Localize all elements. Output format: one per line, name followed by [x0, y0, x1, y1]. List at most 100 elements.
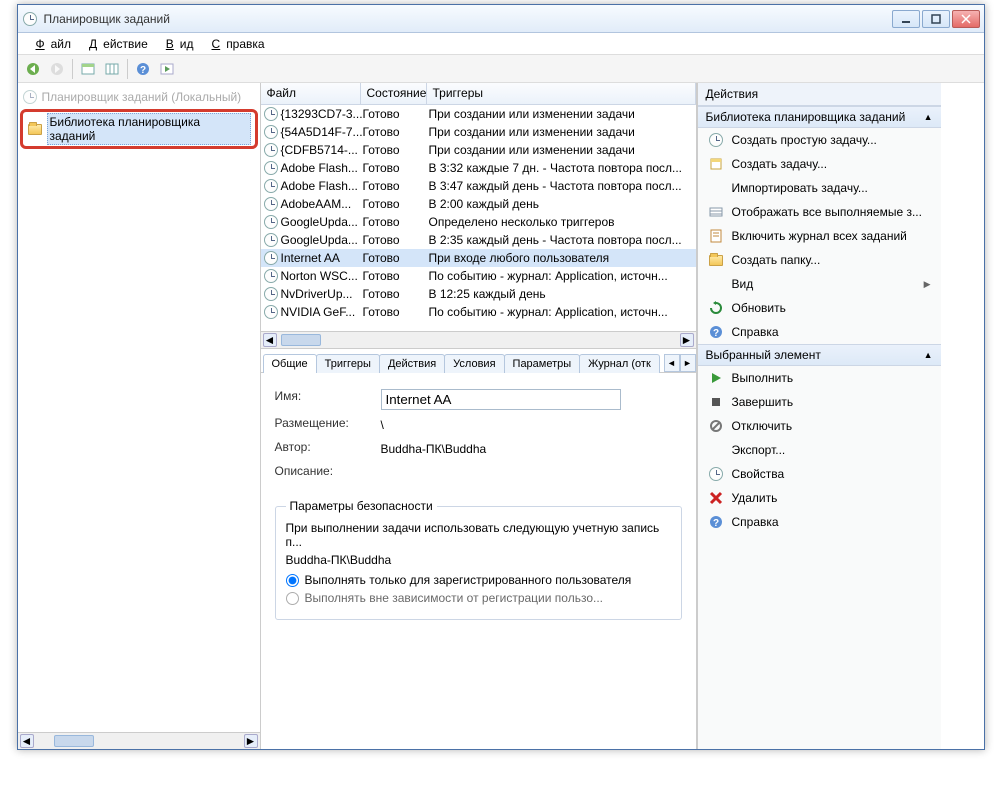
actions-header: Действия — [698, 83, 941, 106]
task-name: NVIDIA GeF... — [281, 305, 356, 319]
action-item[interactable]: Экспорт... — [698, 438, 941, 462]
tasklist-hscroll[interactable]: ◄► — [261, 331, 696, 348]
task-state: Готово — [363, 197, 429, 211]
table-row[interactable]: {13293CD7-3...ГотовоПри создании или изм… — [261, 105, 696, 123]
tree-hscroll[interactable]: ◄► — [18, 732, 260, 749]
svg-text:?: ? — [712, 328, 718, 339]
panels-button[interactable] — [101, 58, 123, 80]
tree-root-label: Планировщик заданий (Локальный) — [42, 90, 242, 104]
table-row[interactable]: Adobe Flash...ГотовоВ 3:32 каждые 7 дн. … — [261, 159, 696, 177]
clock-icon — [263, 250, 279, 266]
export-icon — [708, 442, 724, 458]
action-item[interactable]: ?Справка — [698, 510, 941, 534]
scope-button[interactable] — [77, 58, 99, 80]
actions-group-library[interactable]: Библиотека планировщика заданий ▲ — [698, 106, 941, 128]
tab-actions[interactable]: Действия — [379, 354, 445, 373]
action-item[interactable]: ?Справка — [698, 320, 941, 344]
table-row[interactable]: {CDFB5714-...ГотовоПри создании или изме… — [261, 141, 696, 159]
radio-any[interactable] — [286, 592, 299, 605]
clock-icon — [263, 286, 279, 302]
main-body: Планировщик заданий (Локальный) Библиоте… — [18, 83, 984, 749]
task-trigger: В 2:00 каждый день — [429, 197, 694, 211]
help-button[interactable]: ? — [132, 58, 154, 80]
task-name: Norton WSC... — [281, 269, 358, 283]
svg-text:?: ? — [712, 518, 718, 529]
table-row[interactable]: AdobeAAM...ГотовоВ 2:00 каждый день — [261, 195, 696, 213]
tab-settings[interactable]: Параметры — [504, 354, 581, 373]
tree-root[interactable]: Планировщик заданий (Локальный) — [18, 87, 260, 107]
task-trigger: При входе любого пользователя — [429, 251, 694, 265]
action-label: Завершить — [732, 395, 794, 409]
name-field[interactable] — [381, 389, 621, 410]
middle-pane: Файл Состояние Триггеры {13293CD7-3...Го… — [261, 83, 697, 749]
maximize-button[interactable] — [922, 10, 950, 28]
tree-library[interactable]: Библиотека планировщика заданий — [20, 109, 258, 149]
task-trigger: В 3:47 каждый день - Частота повтора пос… — [429, 179, 694, 193]
action-item[interactable]: Свойства — [698, 462, 941, 486]
close-button[interactable] — [952, 10, 980, 28]
description-label: Описание: — [275, 464, 381, 478]
show-icon — [708, 204, 724, 220]
action-item[interactable]: Отключить — [698, 414, 941, 438]
action-label: Создать папку... — [732, 253, 821, 267]
action-item[interactable]: Создать папку... — [698, 248, 941, 272]
tab-scroll-right[interactable]: ► — [680, 354, 696, 372]
task-state: Готово — [363, 179, 429, 193]
menu-view[interactable]: Вид — [154, 35, 200, 53]
table-row[interactable]: {54A5D14F-7...ГотовоПри создании или изм… — [261, 123, 696, 141]
action-item[interactable]: Импортировать задачу... — [698, 176, 941, 200]
col-state[interactable]: Состояние — [361, 83, 427, 104]
forward-button[interactable] — [46, 58, 68, 80]
radio-any-label: Выполнять вне зависимости от регистрации… — [305, 591, 604, 605]
tab-scroll-left[interactable]: ◄ — [664, 354, 680, 372]
clock-icon — [263, 160, 279, 176]
table-row[interactable]: GoogleUpda...ГотовоВ 2:35 каждый день - … — [261, 231, 696, 249]
tab-conditions[interactable]: Условия — [444, 354, 504, 373]
clock-icon — [263, 178, 279, 194]
action-item[interactable]: Создать задачу... — [698, 152, 941, 176]
run-icon — [708, 370, 724, 386]
run-toolbar-button[interactable] — [156, 58, 178, 80]
tab-general[interactable]: Общие — [263, 354, 317, 373]
task-list-header: Файл Состояние Триггеры — [261, 83, 696, 105]
radio-logged-in-label: Выполнять только для зарегистрированного… — [305, 573, 632, 587]
log-icon — [708, 228, 724, 244]
table-row[interactable]: NVIDIA GeF...ГотовоПо событию - журнал: … — [261, 303, 696, 321]
task-state: Готово — [363, 215, 429, 229]
back-button[interactable] — [22, 58, 44, 80]
title-bar[interactable]: Планировщик заданий — [18, 5, 984, 33]
action-item[interactable]: Включить журнал всех заданий — [698, 224, 941, 248]
action-item[interactable]: Завершить — [698, 390, 941, 414]
task-state: Готово — [363, 125, 429, 139]
action-item[interactable]: Отображать все выполняемые з... — [698, 200, 941, 224]
clock-icon — [263, 232, 279, 248]
task-name: Adobe Flash... — [281, 161, 358, 175]
menu-file[interactable]: Файл — [24, 35, 78, 53]
col-name[interactable]: Файл — [261, 83, 361, 104]
task-name: GoogleUpda... — [281, 233, 358, 247]
tab-triggers[interactable]: Триггеры — [316, 354, 380, 373]
table-row[interactable]: NvDriverUp...ГотовоВ 12:25 каждый день — [261, 285, 696, 303]
action-item[interactable]: Вид▶ — [698, 272, 941, 296]
action-item[interactable]: Выполнить — [698, 366, 941, 390]
collapse-icon: ▲ — [924, 350, 933, 360]
action-label: Импортировать задачу... — [732, 181, 868, 195]
radio-logged-in[interactable] — [286, 574, 299, 587]
import-icon — [708, 180, 724, 196]
task-name: Adobe Flash... — [281, 179, 358, 193]
table-row[interactable]: GoogleUpda...ГотовоОпределено несколько … — [261, 213, 696, 231]
task-list-body[interactable]: {13293CD7-3...ГотовоПри создании или изм… — [261, 105, 696, 331]
table-row[interactable]: Norton WSC...ГотовоПо событию - журнал: … — [261, 267, 696, 285]
table-row[interactable]: Adobe Flash... ГотовоВ 3:47 каждый день -… — [261, 177, 696, 195]
minimize-button[interactable] — [892, 10, 920, 28]
col-triggers[interactable]: Триггеры — [427, 83, 696, 104]
task-state: Готово — [363, 233, 429, 247]
action-item[interactable]: Удалить — [698, 486, 941, 510]
action-item[interactable]: Обновить — [698, 296, 941, 320]
action-item[interactable]: Создать простую задачу... — [698, 128, 941, 152]
menu-help[interactable]: Справка — [200, 35, 271, 53]
actions-group-selected[interactable]: Выбранный элемент ▲ — [698, 344, 941, 366]
menu-action[interactable]: Действие — [77, 35, 154, 53]
tab-history[interactable]: Журнал (отк — [579, 354, 660, 373]
table-row[interactable]: Internet AAГотовоПри входе любого пользо… — [261, 249, 696, 267]
